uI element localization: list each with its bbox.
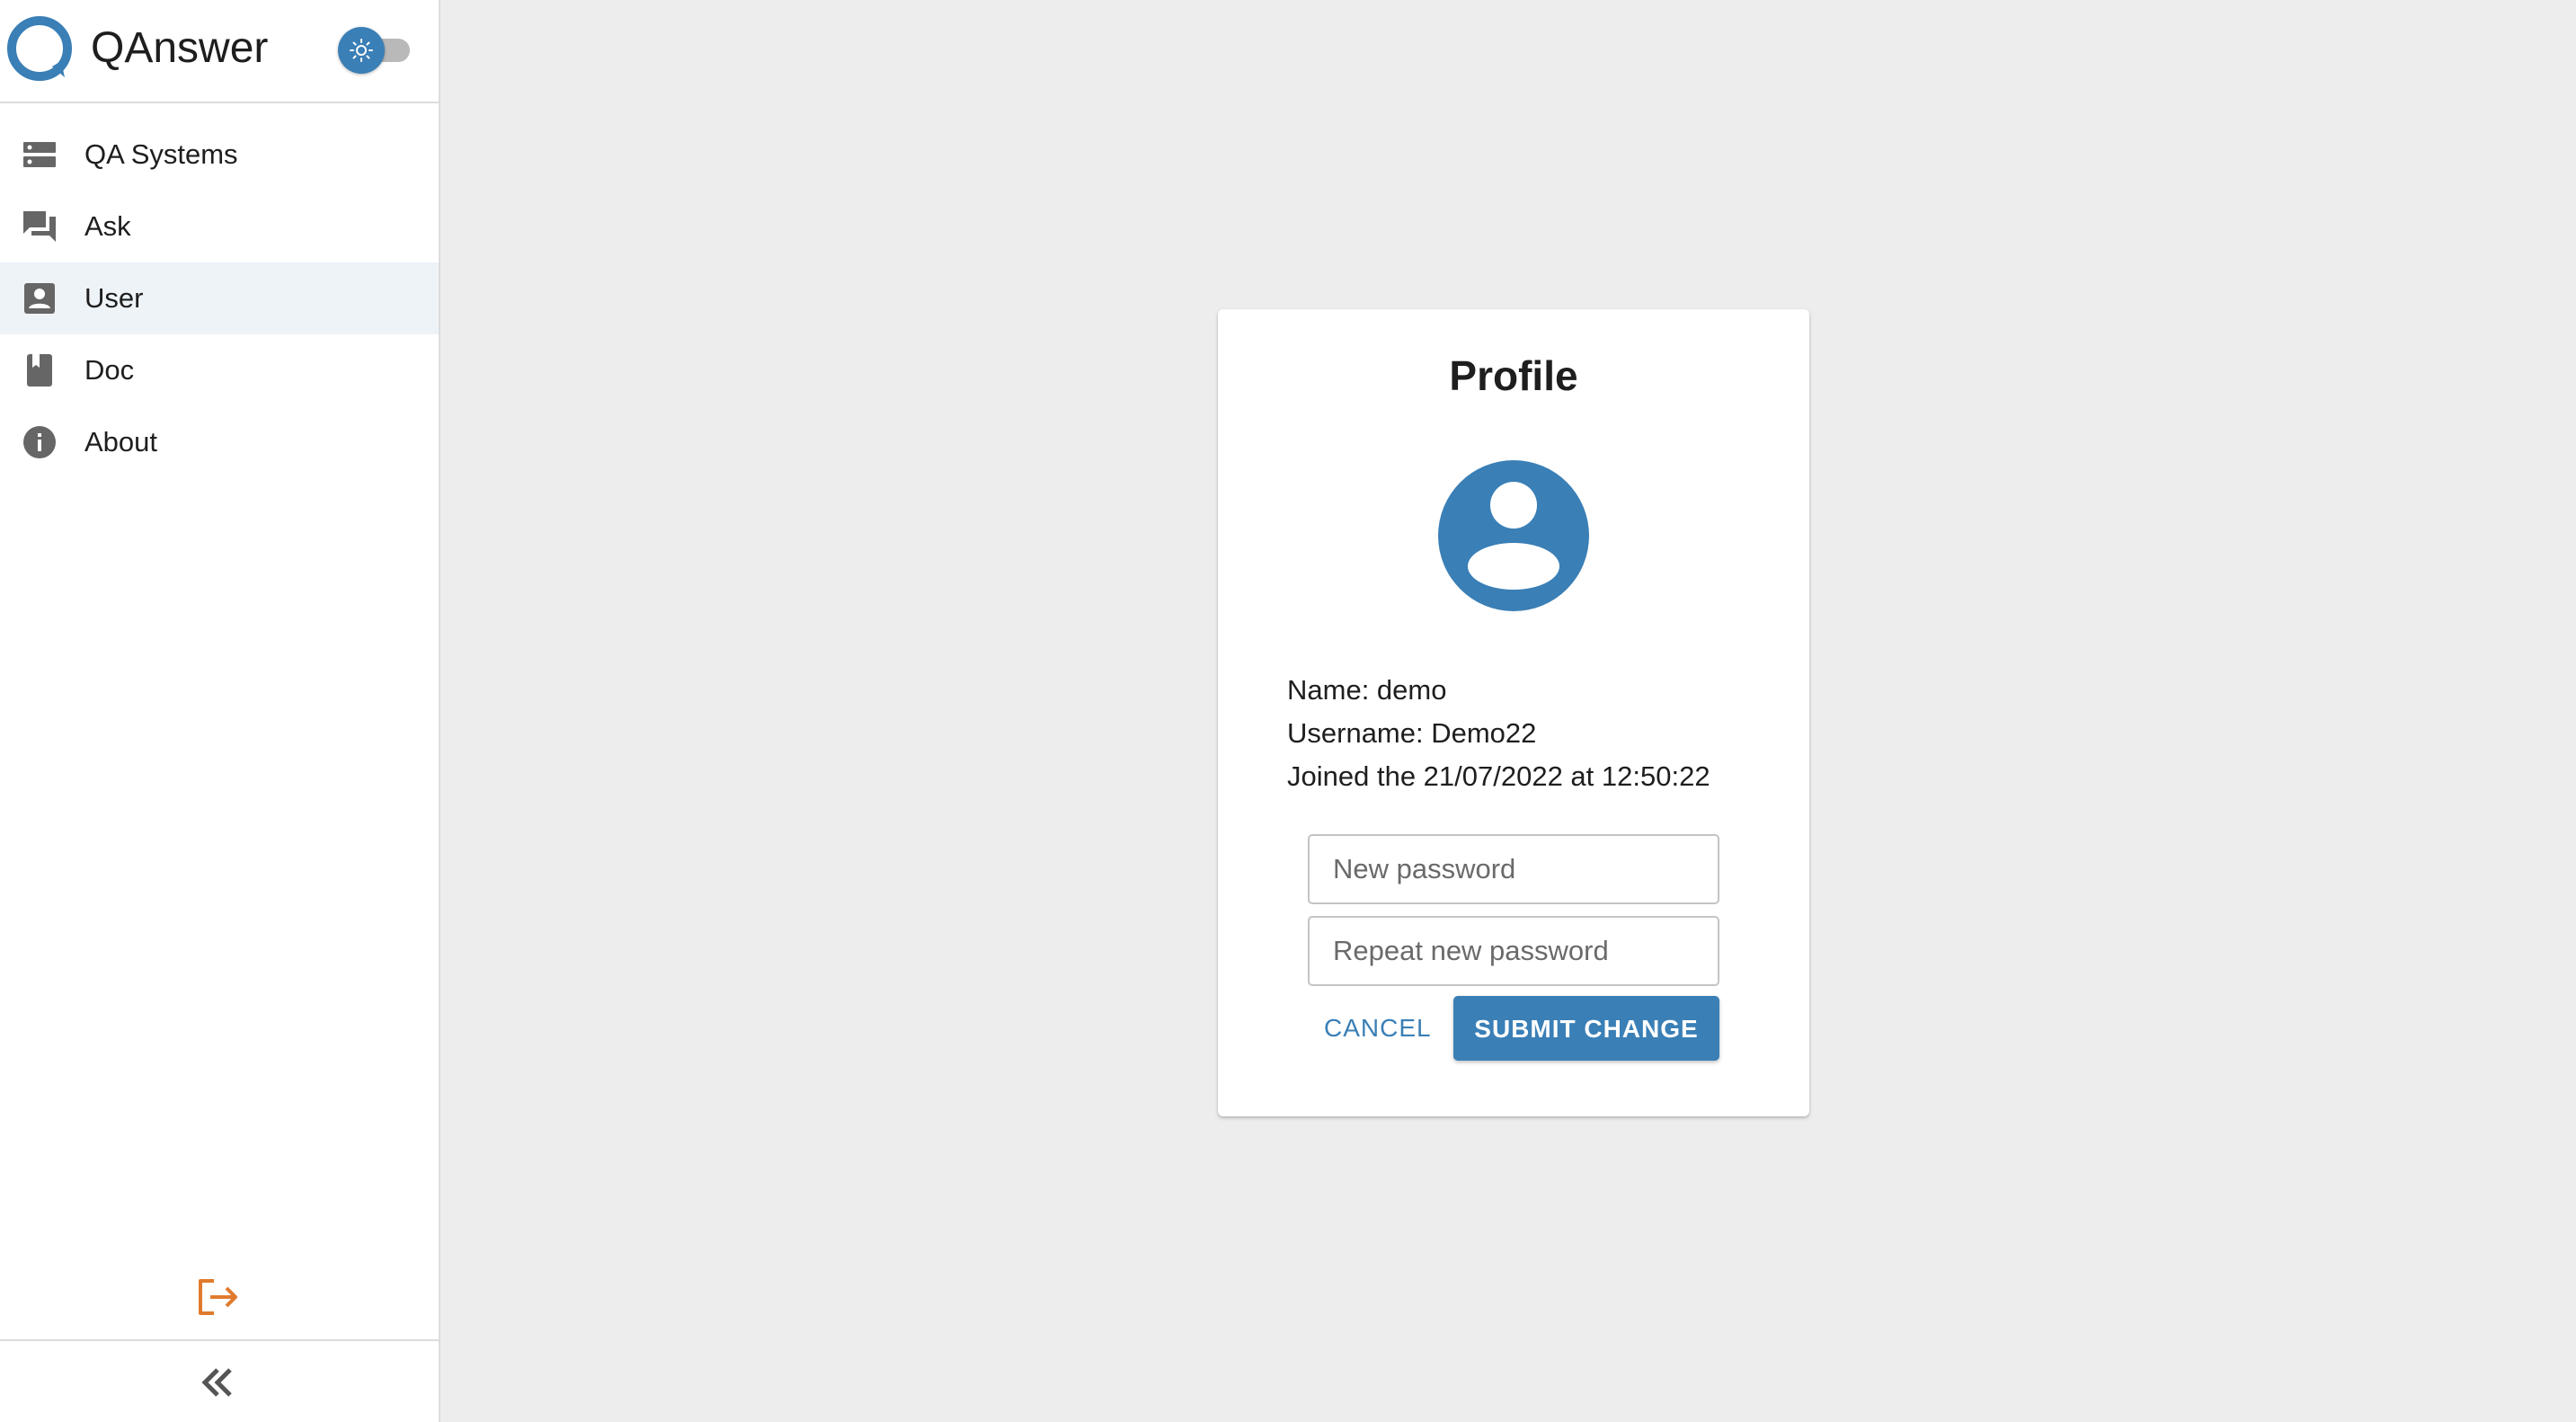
sidebar-item-doc[interactable]: Doc — [0, 334, 439, 406]
avatar-icon — [1438, 460, 1589, 611]
toggle-thumb — [338, 27, 385, 74]
account-box-icon — [24, 283, 55, 314]
logout-button[interactable] — [196, 1276, 241, 1318]
book-icon — [27, 354, 52, 387]
qanswer-logo-icon — [7, 16, 72, 81]
new-password-input[interactable] — [1308, 834, 1719, 904]
profile-card: Profile Name: demo Username: Demo22 Join… — [1218, 309, 1809, 1116]
app-root: QAnswer QA Systems Ask User Doc About Pr… — [0, 0, 2576, 1422]
app-title: QAnswer — [91, 24, 269, 72]
sidebar: QAnswer QA Systems Ask User Doc About — [0, 0, 440, 1422]
info-icon — [23, 426, 56, 458]
logout-icon — [199, 1279, 237, 1315]
sidebar-item-about[interactable]: About — [0, 406, 439, 478]
cancel-button[interactable]: CANCEL — [1311, 996, 1444, 1061]
sidebar-item-label: QA Systems — [84, 138, 238, 170]
submit-change-button[interactable]: SUBMIT CHANGE — [1453, 996, 1719, 1061]
sidebar-footer — [0, 1339, 439, 1422]
sun-icon — [350, 39, 373, 62]
sidebar-item-label: User — [84, 282, 144, 314]
sidebar-nav: QA Systems Ask User Doc About — [0, 119, 439, 478]
sidebar-item-ask[interactable]: Ask — [0, 191, 439, 262]
sidebar-item-label: Ask — [84, 210, 131, 242]
brand-header: QAnswer — [0, 0, 440, 103]
chat-icon — [23, 211, 56, 242]
profile-username: Username: Demo22 — [1287, 717, 1537, 749]
collapse-sidebar-button[interactable] — [198, 1363, 237, 1402]
sidebar-item-user[interactable]: User — [0, 262, 439, 334]
sidebar-item-qa-systems[interactable]: QA Systems — [0, 119, 439, 191]
double-chevron-left-icon — [201, 1368, 232, 1397]
profile-title: Profile — [1449, 352, 1578, 399]
sidebar-item-label: About — [84, 426, 158, 458]
profile-joined-date: Joined the 21/07/2022 at 12:50:22 — [1287, 760, 1710, 792]
theme-toggle[interactable] — [334, 25, 415, 76]
profile-name: Name: demo — [1287, 674, 1447, 706]
sidebar-item-label: Doc — [84, 354, 135, 386]
repeat-password-input[interactable] — [1308, 916, 1719, 986]
storage-icon — [23, 142, 56, 167]
